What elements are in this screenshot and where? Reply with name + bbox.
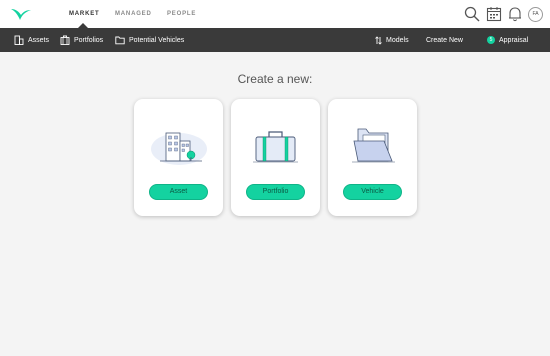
asset-button[interactable]: Asset	[149, 184, 208, 200]
calendar-icon[interactable]	[486, 6, 502, 22]
search-icon[interactable]	[464, 6, 480, 22]
appraisal-button[interactable]: 5 Appraisal	[487, 28, 528, 52]
user-avatar[interactable]: FA	[528, 7, 543, 22]
vehicle-card[interactable]: Vehicle	[328, 99, 417, 216]
top-nav: MARKET MANAGED PEOPLE FA	[0, 0, 550, 28]
subnav-potential-vehicles-label: Potential Vehicles	[129, 36, 185, 44]
bell-icon[interactable]	[507, 6, 523, 22]
logo-icon[interactable]	[10, 6, 32, 22]
portfolio-button[interactable]: Portfolio	[246, 184, 305, 200]
building-illustration-icon	[151, 132, 207, 165]
subnav-portfolios-label: Portfolios	[74, 36, 104, 44]
building-icon	[14, 35, 24, 45]
tab-managed[interactable]: MANAGED	[115, 11, 152, 17]
tab-people[interactable]: PEOPLE	[167, 11, 196, 17]
page-heading: Create a new:	[237, 72, 313, 86]
create-new-label: Create New	[426, 36, 463, 44]
subnav-assets[interactable]: Assets	[14, 28, 49, 52]
subnav-portfolios[interactable]: Portfolios	[60, 28, 103, 52]
folder-illustration-icon	[352, 128, 395, 163]
sub-nav: Assets Portfolios Potential Vehicles Mod…	[0, 28, 550, 52]
asset-card[interactable]: Asset	[134, 99, 223, 216]
models-label: Models	[386, 36, 409, 44]
appraisal-badge: 5	[487, 36, 495, 44]
vehicle-button[interactable]: Vehicle	[343, 184, 402, 200]
models-button[interactable]: Models	[375, 28, 409, 52]
portfolio-card[interactable]: Portfolio	[231, 99, 320, 216]
appraisal-label: Appraisal	[499, 36, 529, 44]
create-new-button[interactable]: Create New	[426, 28, 463, 52]
tab-market[interactable]: MARKET	[69, 11, 99, 17]
sort-icon	[375, 35, 382, 45]
folder-icon	[115, 36, 125, 45]
subnav-potential-vehicles[interactable]: Potential Vehicles	[115, 28, 184, 52]
briefcase-illustration-icon	[253, 131, 298, 163]
subnav-assets-label: Assets	[28, 36, 50, 44]
briefcase-icon	[60, 35, 70, 45]
